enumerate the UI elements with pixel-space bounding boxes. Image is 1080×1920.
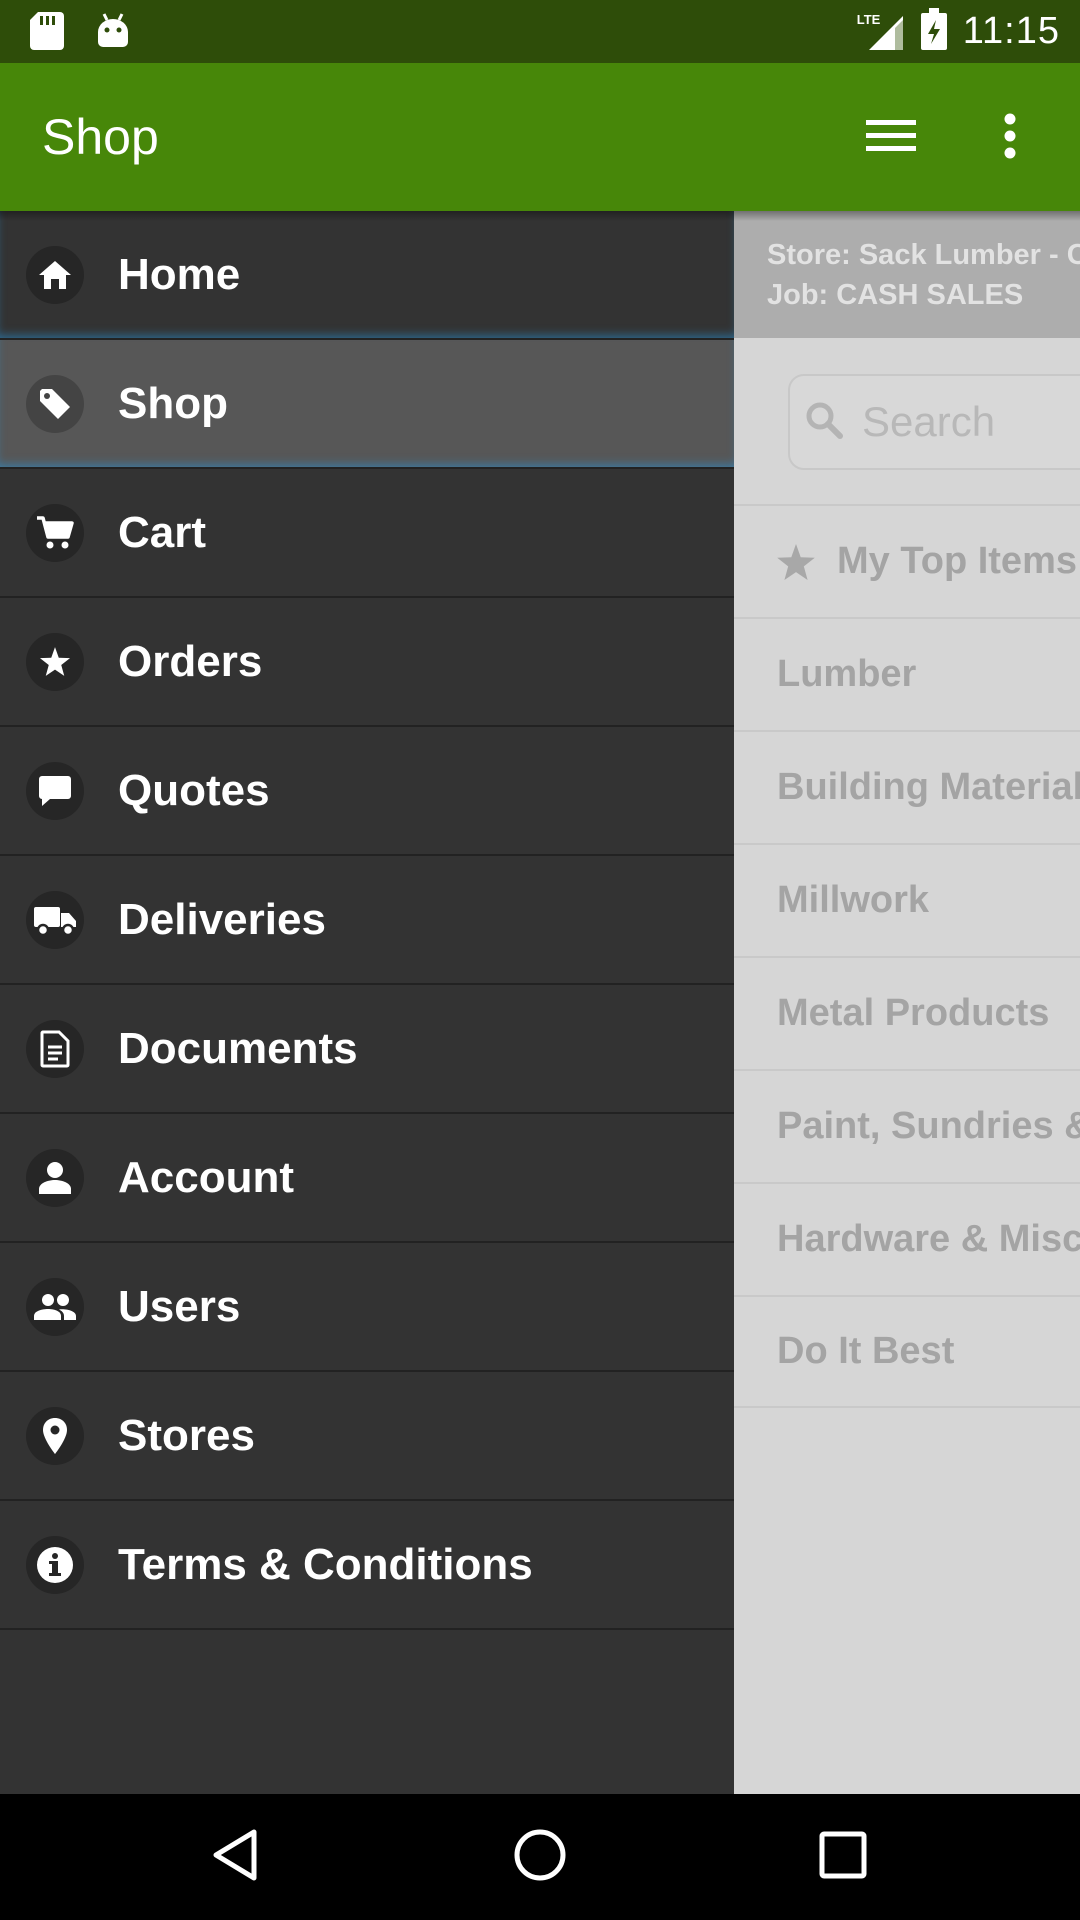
store-label: Store: Sack Lumber - C (767, 239, 1080, 271)
home-button[interactable] (505, 1822, 575, 1892)
search-box[interactable] (788, 374, 1080, 470)
drawer-item-label: Stores (118, 1410, 255, 1460)
category-item-hardware-misc[interactable]: Hardware & Misc (734, 1182, 1080, 1295)
clock: 11:15 (962, 10, 1060, 52)
category-list: My Top Items Lumber Building Materials M… (734, 504, 1080, 1408)
drawer-item-quotes[interactable]: Quotes (0, 727, 734, 856)
group-icon (26, 1277, 84, 1336)
tag-icon (26, 374, 84, 433)
hamburger-icon (866, 118, 916, 159)
drawer-item-deliveries[interactable]: Deliveries (0, 856, 734, 985)
drawer-item-users[interactable]: Users (0, 1243, 734, 1372)
star-icon (777, 543, 815, 580)
chat-bubble-icon (26, 761, 84, 820)
category-label: My Top Items (837, 540, 1077, 582)
drawer-item-label: Terms & Conditions (118, 1539, 533, 1589)
drawer-item-documents[interactable]: Documents (0, 985, 734, 1114)
recents-square-icon (819, 1831, 867, 1884)
battery-icon (920, 8, 947, 55)
drawer-item-home[interactable]: Home (0, 211, 734, 340)
drawer-item-label: Documents (118, 1023, 358, 1073)
menu-button[interactable] (860, 107, 922, 169)
search-icon (804, 400, 844, 445)
drawer-item-stores[interactable]: Stores (0, 1372, 734, 1501)
category-label: Paint, Sundries & (777, 1105, 1080, 1147)
sd-card-icon (30, 12, 64, 55)
drawer-item-label: Deliveries (118, 894, 326, 944)
cart-icon (26, 503, 84, 562)
app-title: Shop (42, 109, 159, 165)
store-info[interactable]: Store: Sack Lumber - C Job: CASH SALES (734, 211, 1080, 338)
drawer-item-label: Cart (118, 507, 207, 557)
navigation-drawer: Home Shop Cart Orders Quotes Deliveries (0, 211, 734, 1794)
drawer-item-terms[interactable]: Terms & Conditions (0, 1501, 734, 1630)
drawer-item-account[interactable]: Account (0, 1114, 734, 1243)
search-input[interactable] (862, 398, 1080, 446)
overflow-menu-button[interactable] (985, 107, 1035, 169)
category-label: Hardware & Misc (777, 1218, 1080, 1260)
person-icon (26, 1148, 84, 1207)
star-icon (26, 632, 84, 691)
back-button[interactable] (200, 1822, 270, 1892)
category-label: Metal Products (777, 992, 1050, 1034)
category-item-millwork[interactable]: Millwork (734, 843, 1080, 956)
category-label: Do It Best (777, 1330, 955, 1372)
android-icon (96, 12, 130, 55)
category-label: Lumber (777, 653, 917, 695)
category-item-metal-products[interactable]: Metal Products (734, 956, 1080, 1069)
job-label: Job: CASH SALES (767, 279, 1024, 311)
more-vert-icon (1003, 113, 1017, 164)
home-circle-icon (513, 1828, 567, 1887)
drawer-item-label: Orders (118, 636, 263, 686)
signal-icon: LTE (857, 12, 905, 52)
drawer-item-orders[interactable]: Orders (0, 598, 734, 727)
app-bar: Shop (0, 63, 1080, 211)
info-icon (26, 1535, 84, 1594)
category-item-building-materials[interactable]: Building Materials (734, 730, 1080, 843)
drawer-item-cart[interactable]: Cart (0, 469, 734, 598)
drawer-item-label: Quotes (118, 765, 270, 815)
recents-button[interactable] (808, 1822, 878, 1892)
category-item-do-it-best[interactable]: Do It Best (734, 1295, 1080, 1408)
document-icon (26, 1019, 84, 1078)
back-triangle-icon (210, 1828, 260, 1887)
category-label: Millwork (777, 879, 930, 921)
drawer-item-label: Home (118, 249, 241, 299)
category-label: Building Materials (777, 766, 1080, 808)
drawer-item-label: Shop (118, 378, 228, 428)
category-item-paint-sundries[interactable]: Paint, Sundries & (734, 1069, 1080, 1182)
status-bar: LTE 11:15 (0, 0, 1080, 63)
main-content: Store: Sack Lumber - C Job: CASH SALES M… (734, 211, 1080, 1794)
drawer-item-label: Users (118, 1281, 241, 1331)
drawer-item-label: Account (118, 1152, 294, 1202)
category-item-my-top-items[interactable]: My Top Items (734, 504, 1080, 617)
drawer-item-shop[interactable]: Shop (0, 340, 734, 469)
category-item-lumber[interactable]: Lumber (734, 617, 1080, 730)
home-icon (26, 245, 84, 304)
system-nav-bar (0, 1794, 1080, 1920)
location-pin-icon (26, 1406, 84, 1465)
truck-icon (26, 890, 84, 949)
